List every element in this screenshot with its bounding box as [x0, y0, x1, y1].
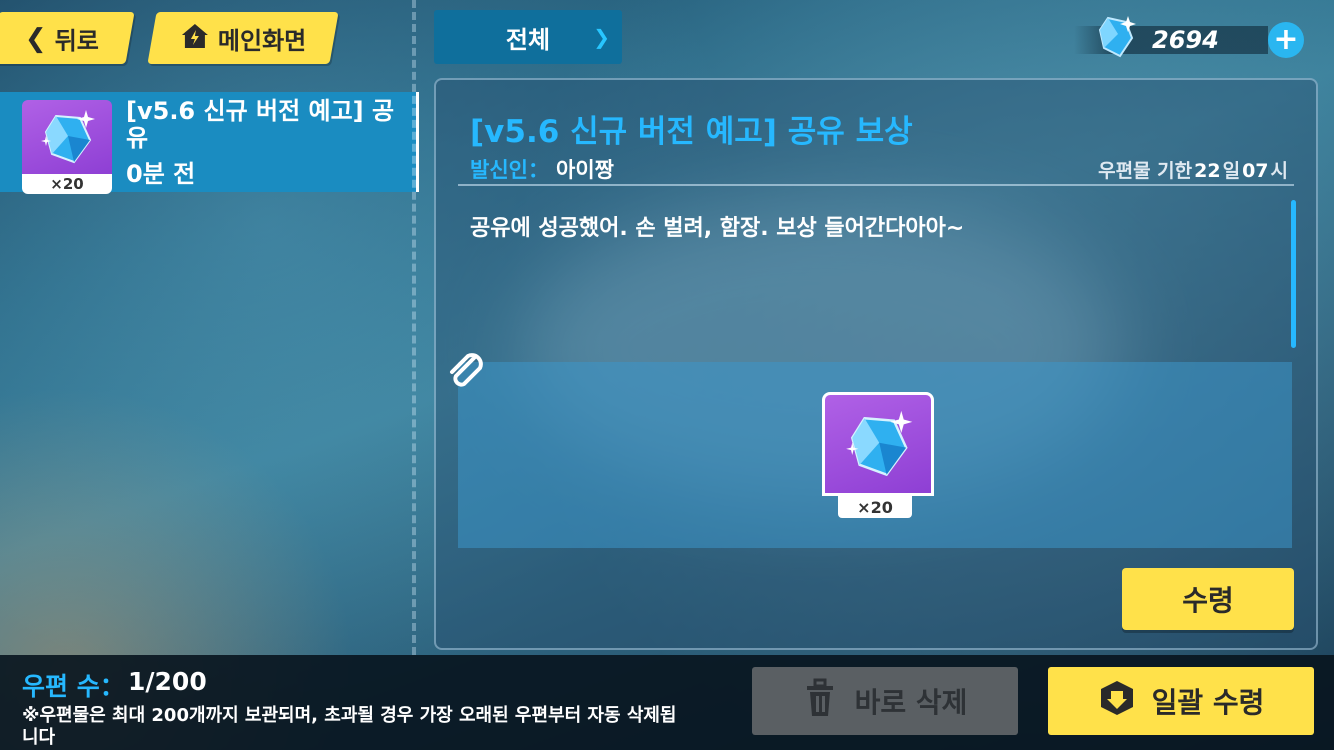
expire-label: 우편물 기한 [1098, 160, 1193, 182]
claim-all-button[interactable]: 일괄 수령 [1048, 667, 1314, 735]
currency-display: 2694 + [1074, 16, 1304, 58]
crystal-icon[interactable] [822, 392, 934, 496]
crystal-icon [22, 100, 112, 174]
home-icon [180, 21, 210, 55]
crystal-icon [1094, 14, 1136, 64]
sender-name: 아이짱 [556, 158, 614, 182]
reward-count: ×20 [22, 174, 112, 194]
filter-dropdown[interactable]: 전체 ❯ [434, 10, 622, 64]
mail-detail-title: [v5.6 신규 버전 예고] 공유 보상 [470, 114, 913, 150]
expire-days-unit: 일 [1222, 160, 1241, 182]
title-divider [458, 184, 1294, 186]
expire-days: 22 [1194, 160, 1221, 182]
claim-button[interactable]: 수령 [1122, 568, 1294, 630]
storage-notice: ※우편물은 최대 200개까지 보관되며, 초과될 경우 가장 오래된 우편부터… [22, 705, 677, 748]
attachment-panel: ×20 [458, 362, 1292, 548]
mail-list-item[interactable]: ×20 [v5.6 신규 버전 예고] 공유 0분 전 [0, 92, 419, 194]
delete-label: 바로 삭제 [854, 686, 968, 719]
mail-item-time: 0분 전 [126, 160, 196, 188]
add-currency-button[interactable]: + [1268, 22, 1304, 58]
scrollbar[interactable] [1291, 200, 1296, 348]
chevron-down-icon: ❯ [593, 25, 610, 49]
trash-icon [803, 678, 837, 725]
attachment-count: ×20 [838, 496, 912, 518]
expire-hours: 07 [1242, 160, 1269, 182]
mail-body: 공유에 성공했어. 손 벌려, 함장. 보상 들어간다아아~ [470, 216, 965, 241]
currency-amount: 2694 [1152, 26, 1219, 54]
home-button[interactable]: 메인화면 [147, 12, 339, 64]
chevron-left-icon: ❮ [25, 23, 47, 53]
expire-hours-unit: 시 [1270, 160, 1288, 182]
mail-count: 1/200 [128, 667, 207, 696]
filter-selected: 전체 [505, 25, 551, 54]
download-badge-icon [1098, 679, 1136, 724]
delete-button[interactable]: 바로 삭제 [752, 667, 1018, 735]
mail-count-label: 우편 수： [22, 672, 125, 701]
sender-label: 발신인： [470, 158, 549, 182]
plus-icon: + [1273, 22, 1299, 57]
back-button[interactable]: ❮ 뒤로 [0, 12, 135, 64]
expire-info: 우편물 기한 22 일 07 시 [1098, 156, 1288, 183]
mail-detail-panel: [v5.6 신규 버전 예고] 공유 보상 발신인： 아이짱 우편물 기한 22… [434, 78, 1318, 650]
claim-all-label: 일괄 수령 [1151, 686, 1265, 719]
paperclip-icon [444, 350, 488, 394]
bottom-bar: 우편 수： 1/200 ※우편물은 최대 200개까지 보관되며, 초과될 경우… [0, 655, 1334, 750]
mail-item-title: [v5.6 신규 버전 예고] 공유 [126, 97, 395, 152]
home-label: 메인화면 [217, 26, 307, 55]
back-label: 뒤로 [54, 26, 99, 55]
divider [412, 0, 416, 655]
